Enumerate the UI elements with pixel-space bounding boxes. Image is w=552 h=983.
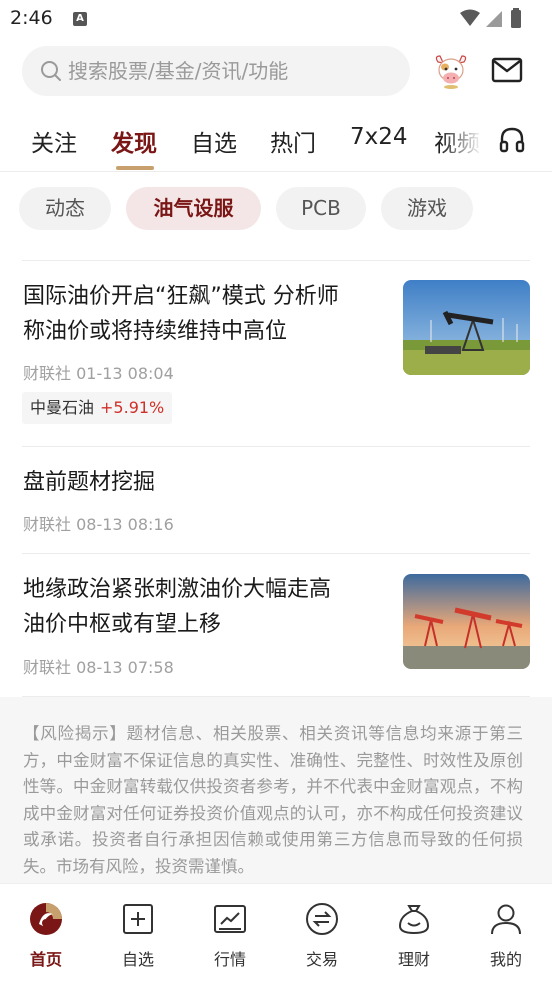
news-title-line[interactable]: 称油价或将持续维持中高位 — [23, 314, 287, 349]
disclaimer-area: 【风险揭示】题材信息、相关股票、相关资讯等信息均来源于第三方，中金财富不保证信息… — [0, 697, 552, 883]
news-divider — [22, 553, 530, 554]
exchange-icon — [306, 903, 338, 935]
search-box[interactable] — [22, 46, 410, 96]
battery-icon — [511, 10, 521, 28]
chip-youxi[interactable]: 游戏 — [381, 187, 473, 230]
tab-fade — [440, 116, 490, 172]
oil-pumps-sunset-photo — [403, 574, 530, 669]
news-title-line[interactable]: 地缘政治紧张刺激油价大幅走高 — [23, 572, 331, 607]
news-divider — [22, 446, 530, 447]
tab-remen[interactable]: 热门 — [270, 124, 316, 158]
nav-profile[interactable]: 我的 — [460, 884, 552, 983]
oil-pump-field-photo — [403, 280, 530, 375]
nav-label: 我的 — [489, 950, 522, 969]
stock-name: 中曼石油 — [30, 398, 95, 417]
chip-pcb[interactable]: PCB — [276, 187, 366, 230]
active-tab-indicator — [116, 166, 154, 170]
headphone-icon[interactable] — [498, 126, 526, 154]
status-bar: 2:46 A — [0, 0, 552, 36]
news-source-time: 财联社 01-13 08:04 — [23, 364, 174, 383]
search-icon — [41, 61, 61, 81]
news-title-line[interactable]: 油价中枢或有望上移 — [23, 607, 221, 642]
risk-disclaimer: 【风险揭示】题材信息、相关股票、相关资讯等信息均来源于第三方，中金财富不保证信息… — [23, 724, 523, 876]
news-title-line[interactable]: 国际油价开启“狂飙”模式 分析师 — [23, 279, 339, 314]
top-tabs: 关注 发现 自选 热门 7x24 视频 — [0, 116, 552, 172]
signal-icon — [486, 11, 502, 27]
moneybag-icon — [398, 905, 430, 935]
wifi-icon — [460, 9, 480, 26]
nav-watchlist[interactable]: 自选 — [92, 884, 184, 983]
tab-guanzhu[interactable]: 关注 — [31, 124, 77, 158]
home-logo-icon — [30, 903, 62, 935]
notification-icon: A — [73, 12, 87, 26]
news-divider — [22, 260, 530, 261]
system-status-icons — [460, 8, 521, 28]
cow-mascot-icon[interactable] — [432, 52, 470, 90]
nav-home[interactable]: 首页 — [0, 884, 92, 983]
nav-label: 首页 — [29, 950, 62, 969]
add-square-icon — [123, 904, 153, 934]
stock-change: +5.91% — [100, 398, 165, 417]
nav-label: 理财 — [397, 950, 430, 969]
news-title-line[interactable]: 盘前题材挖掘 — [23, 465, 155, 500]
chart-icon — [214, 905, 246, 933]
tab-7x24[interactable]: 7x24 — [350, 124, 408, 150]
nav-trade[interactable]: 交易 — [276, 884, 368, 983]
search-input[interactable] — [68, 46, 398, 96]
news-source-time: 财联社 08-13 08:16 — [23, 515, 174, 534]
mail-icon[interactable] — [491, 56, 523, 84]
bottom-nav: 首页 自选 行情 交易 理财 我的 — [0, 883, 552, 983]
related-stock-tag[interactable]: 中曼石油 +5.91% — [22, 392, 173, 424]
person-icon — [491, 904, 521, 935]
news-source-time: 财联社 08-13 07:58 — [23, 658, 174, 677]
nav-market[interactable]: 行情 — [184, 884, 276, 983]
nav-label: 行情 — [213, 950, 246, 969]
chip-dongtai[interactable]: 动态 — [19, 187, 111, 230]
tab-faxian[interactable]: 发现 — [111, 124, 157, 158]
nav-wealth[interactable]: 理财 — [368, 884, 460, 983]
chip-youqi-shefu[interactable]: 油气设服 — [126, 187, 261, 230]
status-time: 2:46 — [10, 7, 53, 29]
tab-zixuan[interactable]: 自选 — [191, 124, 237, 158]
nav-label: 自选 — [121, 950, 154, 969]
tabs-divider — [0, 171, 552, 172]
nav-label: 交易 — [305, 950, 338, 969]
